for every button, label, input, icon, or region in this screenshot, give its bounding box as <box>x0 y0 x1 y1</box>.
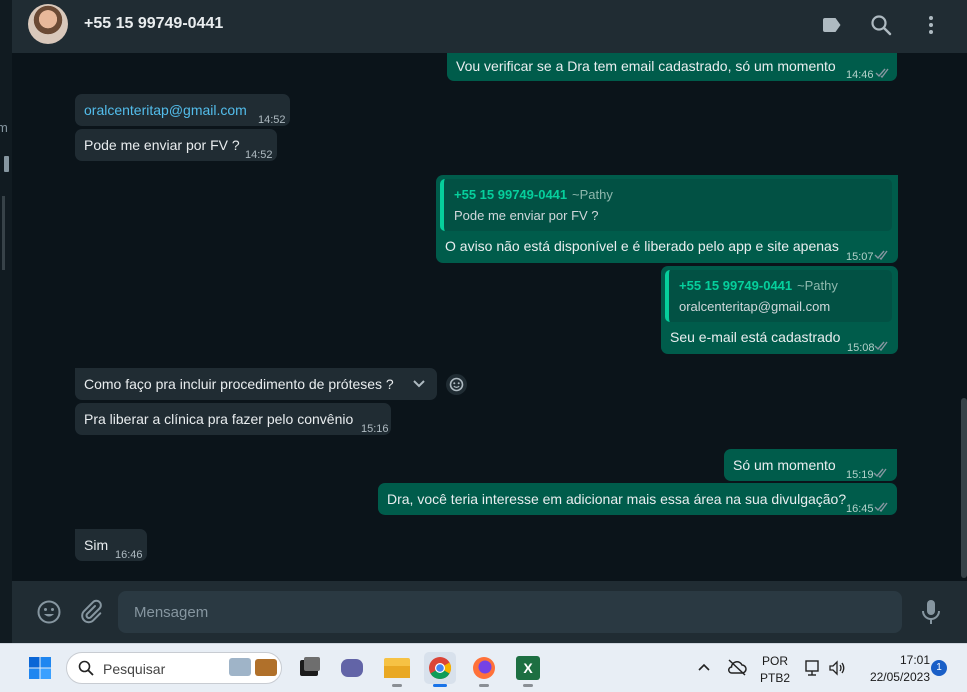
language-indicator[interactable]: POR PTB2 <box>758 654 792 685</box>
search-icon[interactable] <box>869 13 893 37</box>
briefcase-icon <box>255 659 277 676</box>
message-incoming[interactable]: Pra liberar a clínica pra fazer pelo con… <box>75 403 391 435</box>
quoted-message[interactable]: +55 15 99749-0441 ~Pathy oralcenteritap@… <box>665 270 892 322</box>
excel-icon[interactable]: X <box>512 652 544 687</box>
message-time: 14:52 <box>258 114 286 126</box>
message-outgoing[interactable]: +55 15 99749-0441 ~Pathy oralcenteritap@… <box>661 266 898 354</box>
label-icon[interactable] <box>820 13 844 37</box>
quoted-sender: +55 15 99749-0441 <box>679 278 793 293</box>
windows-taskbar: Pesquisar X POR PTB2 17:01 22/05/2023 1 <box>0 643 967 692</box>
sidebar-scrollbar[interactable] <box>2 196 5 270</box>
message-text: Pode me enviar por FV ? <box>84 137 240 153</box>
message-outgoing[interactable]: +55 15 99749-0441 ~Pathy Pode me enviar … <box>436 175 898 263</box>
quoted-sender: +55 15 99749-0441 <box>454 187 568 202</box>
message-time: 16:46 <box>115 549 143 561</box>
message-time: 14:46 <box>846 69 874 81</box>
message-text: Só um momento <box>733 457 836 473</box>
chat-header: +55 15 99749-0441 <box>12 0 967 53</box>
volume-icon[interactable] <box>828 659 846 677</box>
message-time: 14:52 <box>245 149 273 161</box>
search-placeholder: Pesquisar <box>103 661 166 677</box>
clock-date: 22/05/2023 <box>869 670 930 684</box>
message-text: Vou verificar se a Dra tem email cadastr… <box>456 58 836 74</box>
message-outgoing[interactable]: Vou verificar se a Dra tem email cadastr… <box>447 53 897 81</box>
read-ticks-icon <box>874 250 888 260</box>
message-time: 15:16 <box>361 423 389 435</box>
network-icon[interactable] <box>804 659 822 677</box>
read-ticks-icon <box>874 502 888 512</box>
sidebar-fragment-text: m <box>0 120 8 135</box>
quoted-text: Pode me enviar por FV ? <box>454 208 599 223</box>
read-ticks-icon <box>873 468 887 478</box>
message-text: Como faço pra incluir procedimento de pr… <box>84 376 394 392</box>
cloud-offline-icon[interactable] <box>727 658 747 676</box>
message-time: 15:08 <box>847 342 875 354</box>
read-ticks-icon <box>874 341 888 351</box>
task-view-icon[interactable] <box>294 652 326 684</box>
microphone-icon[interactable] <box>921 599 941 625</box>
teams-chat-icon[interactable] <box>336 652 368 684</box>
search-highlight-icon <box>229 658 251 676</box>
quoted-pushname: ~Pathy <box>797 278 838 293</box>
firefox-icon[interactable] <box>468 652 500 687</box>
quoted-pushname: ~Pathy <box>572 187 613 202</box>
language-code: POR <box>761 654 788 668</box>
message-time: 15:07 <box>846 251 874 263</box>
windows-start-icon[interactable] <box>28 656 52 680</box>
react-emoji-icon[interactable] <box>446 374 467 395</box>
notification-badge[interactable]: 1 <box>931 660 947 676</box>
message-input[interactable] <box>118 591 902 633</box>
avatar[interactable] <box>28 4 68 44</box>
contact-name[interactable]: +55 15 99749-0441 <box>84 15 223 33</box>
clock[interactable]: 17:01 22/05/2023 <box>858 653 930 684</box>
message-outgoing[interactable]: Dra, você teria interesse em adicionar m… <box>378 483 897 515</box>
emoji-icon[interactable] <box>36 599 62 625</box>
quoted-message[interactable]: +55 15 99749-0441 ~Pathy Pode me enviar … <box>440 179 892 231</box>
chevron-down-icon[interactable] <box>411 377 427 391</box>
message-text: Pra liberar a clínica pra fazer pelo con… <box>84 411 354 427</box>
sidebar-fragment-mark <box>4 156 9 172</box>
message-text: Seu e-mail está cadastrado <box>670 329 841 345</box>
read-ticks-icon <box>875 68 889 78</box>
file-explorer-icon[interactable] <box>381 652 413 687</box>
message-incoming[interactable]: Como faço pra incluir procedimento de pr… <box>75 368 437 400</box>
message-composer <box>12 581 967 643</box>
message-incoming[interactable]: Pode me enviar por FV ? 14:52 <box>75 129 277 161</box>
chrome-icon[interactable] <box>424 652 456 687</box>
search-icon <box>78 660 94 676</box>
menu-icon[interactable] <box>919 13 943 37</box>
clock-time: 17:01 <box>899 653 930 667</box>
message-text: Dra, você teria interesse em adicionar m… <box>387 491 847 507</box>
message-outgoing[interactable]: Só um momento 15:19 <box>724 449 897 481</box>
message-text: O aviso não está disponível e é liberado… <box>445 238 839 254</box>
chevron-up-icon[interactable] <box>697 660 711 674</box>
chat-panel: Vou verificar se a Dra tem email cadastr… <box>12 53 967 581</box>
message-text: Sim <box>84 537 109 553</box>
message-time: 16:45 <box>846 503 874 515</box>
message-incoming[interactable]: oralcenteritap@gmail.com 14:52 <box>75 94 290 126</box>
quoted-text: oralcenteritap@gmail.com <box>679 299 831 314</box>
keyboard-layout: PTB2 <box>759 671 790 685</box>
email-link[interactable]: oralcenteritap@gmail.com <box>84 101 247 120</box>
attach-icon[interactable] <box>78 599 104 625</box>
chat-scrollbar[interactable] <box>961 398 967 578</box>
message-incoming[interactable]: Sim 16:46 <box>75 529 147 561</box>
taskbar-search[interactable]: Pesquisar <box>66 652 282 684</box>
